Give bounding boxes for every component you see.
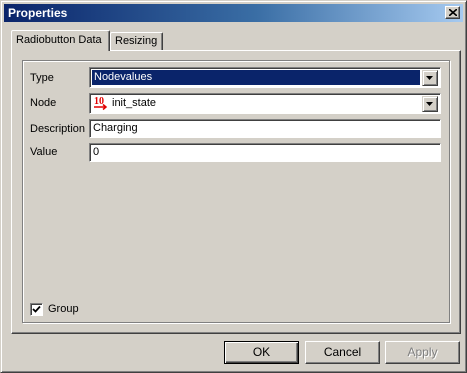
value-value: 0 [93,146,100,158]
window-title: Properties [8,6,68,20]
value-label: Value [30,146,58,158]
cancel-button[interactable]: Cancel [305,341,380,364]
type-dropdown[interactable]: Nodevalues [89,67,441,88]
chevron-down-icon [426,76,433,80]
node-dropdown-button[interactable] [422,96,438,112]
type-label: Type [30,72,54,84]
node-selected-value: init_state [112,97,157,109]
description-label: Description [30,123,86,135]
properties-dialog: Properties Radiobutton Data Resizing Typ… [0,0,467,373]
close-button[interactable] [445,6,460,19]
tab-radiobutton-data[interactable]: Radiobutton Data [11,30,110,51]
node-label: Node [30,97,57,109]
title-bar[interactable]: Properties [4,4,463,22]
ok-button[interactable]: OK [224,341,299,364]
apply-button[interactable]: Apply [385,341,460,364]
tab-label: Resizing [115,35,158,47]
type-dropdown-button[interactable] [422,70,438,86]
close-icon [449,9,457,16]
cancel-button-label: Cancel [323,345,362,359]
tab-label: Radiobutton Data [16,34,102,46]
value-field[interactable]: 0 [89,143,441,162]
group-checkbox[interactable] [30,303,43,316]
node-icon-number: 10 [94,96,104,107]
checkmark-icon [32,305,41,313]
group-checkbox-label[interactable]: Group [48,303,79,315]
chevron-down-icon [426,102,433,106]
node-dropdown[interactable]: 10 init_state [89,93,441,114]
tab-resizing[interactable]: Resizing [110,32,163,50]
apply-button-label: Apply [407,345,438,359]
type-selected-value: Nodevalues [92,70,420,85]
ok-button-label: OK [252,345,271,359]
node-variable-icon: 10 [94,96,108,111]
description-field[interactable]: Charging [89,119,441,138]
description-value: Charging [93,122,138,134]
